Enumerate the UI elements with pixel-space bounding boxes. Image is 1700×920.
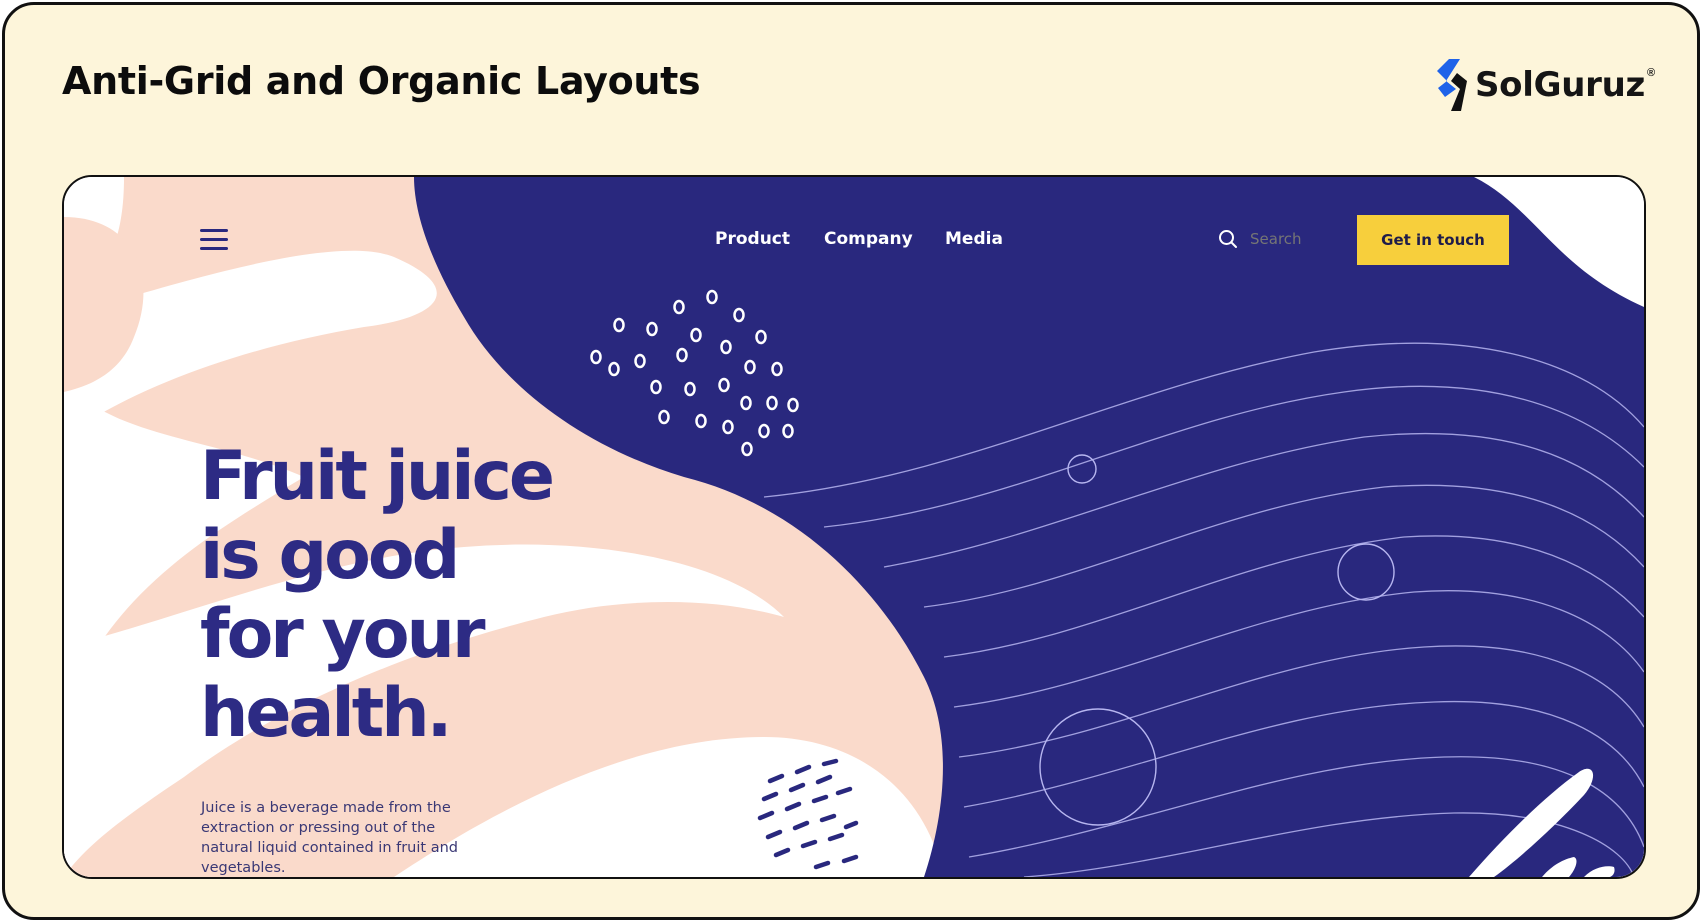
get-in-touch-button[interactable]: Get in touch — [1357, 215, 1509, 265]
slide-title: Anti-Grid and Organic Layouts — [62, 59, 701, 103]
hero-title-line: is good — [200, 516, 460, 595]
solguruz-logo-icon — [1437, 59, 1467, 111]
hero-title-line: health. — [200, 674, 452, 753]
hero-title-line: Fruit juice — [200, 437, 555, 516]
hamburger-menu-icon[interactable] — [200, 229, 228, 251]
website-mockup: Product Company Media Get in touch Fruit… — [62, 175, 1646, 879]
hero-description: Juice is a beverage made from the extrac… — [201, 800, 458, 876]
hero-title: Fruit juice is good for your health. — [200, 437, 620, 753]
brand-name: SolGuruz — [1475, 65, 1645, 105]
registered-mark: ® — [1646, 67, 1656, 79]
nav-link-media[interactable]: Media — [945, 221, 1003, 257]
search-icon[interactable] — [1218, 229, 1238, 249]
slide-frame: Anti-Grid and Organic Layouts SolGuruz ® — [2, 2, 1700, 920]
hero-title-line: for your — [200, 595, 486, 674]
search-box[interactable] — [1218, 221, 1330, 257]
nav-link-product[interactable]: Product — [715, 221, 790, 257]
search-input[interactable] — [1250, 227, 1330, 251]
brand-logo: SolGuruz ® — [1433, 57, 1655, 113]
nav-link-company[interactable]: Company — [824, 221, 913, 257]
